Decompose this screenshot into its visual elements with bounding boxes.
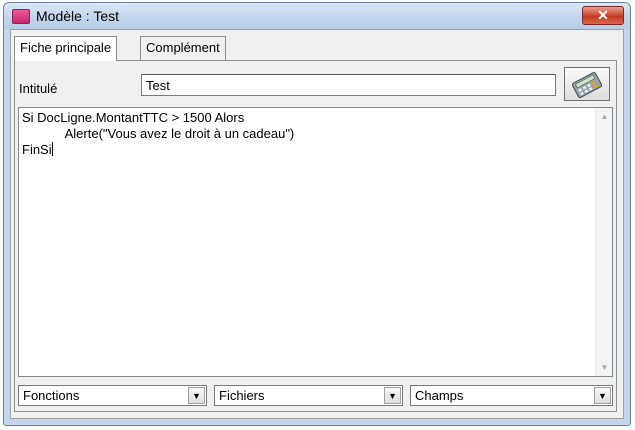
code-line: FinSi [22,142,52,157]
fonctions-dropdown[interactable]: Fonctions ▼ [18,385,207,406]
code-line: Si DocLigne.MontantTTC > 1500 Alors [22,110,245,125]
chevron-down-icon[interactable]: ▼ [188,387,205,404]
champs-dropdown[interactable]: Champs ▼ [410,385,613,406]
calculator-button[interactable] [564,67,610,101]
fonctions-value: Fonctions [23,388,80,403]
close-button[interactable]: ✕ [582,6,624,25]
model-window: Modèle : Test ✕ Fiche principale Complém… [3,2,631,426]
scroll-up-icon[interactable]: ▲ [596,108,613,125]
code-line: Alerte("Vous avez le droit à un cadeau") [22,126,295,141]
champs-value: Champs [415,388,464,403]
calculator-icon [571,72,603,98]
code-text[interactable]: Si DocLigne.MontantTTC > 1500 Alors Aler… [22,110,592,374]
close-icon: ✕ [597,7,609,23]
fichiers-dropdown[interactable]: Fichiers ▼ [214,385,403,406]
tab-complement[interactable]: Complément [140,36,226,60]
chevron-down-icon[interactable]: ▼ [384,387,401,404]
code-editor[interactable]: Si DocLigne.MontantTTC > 1500 Alors Aler… [18,107,613,377]
fichiers-value: Fichiers [219,388,265,403]
tab-fiche-principale[interactable]: Fiche principale [14,36,118,61]
scroll-down-icon[interactable]: ▼ [596,359,613,376]
text-caret [51,142,53,156]
window-client-area: Fiche principale Complément Intitulé Tes… [10,29,624,419]
window-title: Modèle : Test [36,8,120,24]
title-bar[interactable]: Modèle : Test ✕ [4,3,630,29]
intitule-label: Intitulé [19,81,58,96]
vertical-scrollbar[interactable]: ▲ ▼ [595,108,612,376]
app-icon [12,9,30,24]
intitule-input[interactable] [141,74,556,96]
chevron-down-icon[interactable]: ▼ [594,387,611,404]
